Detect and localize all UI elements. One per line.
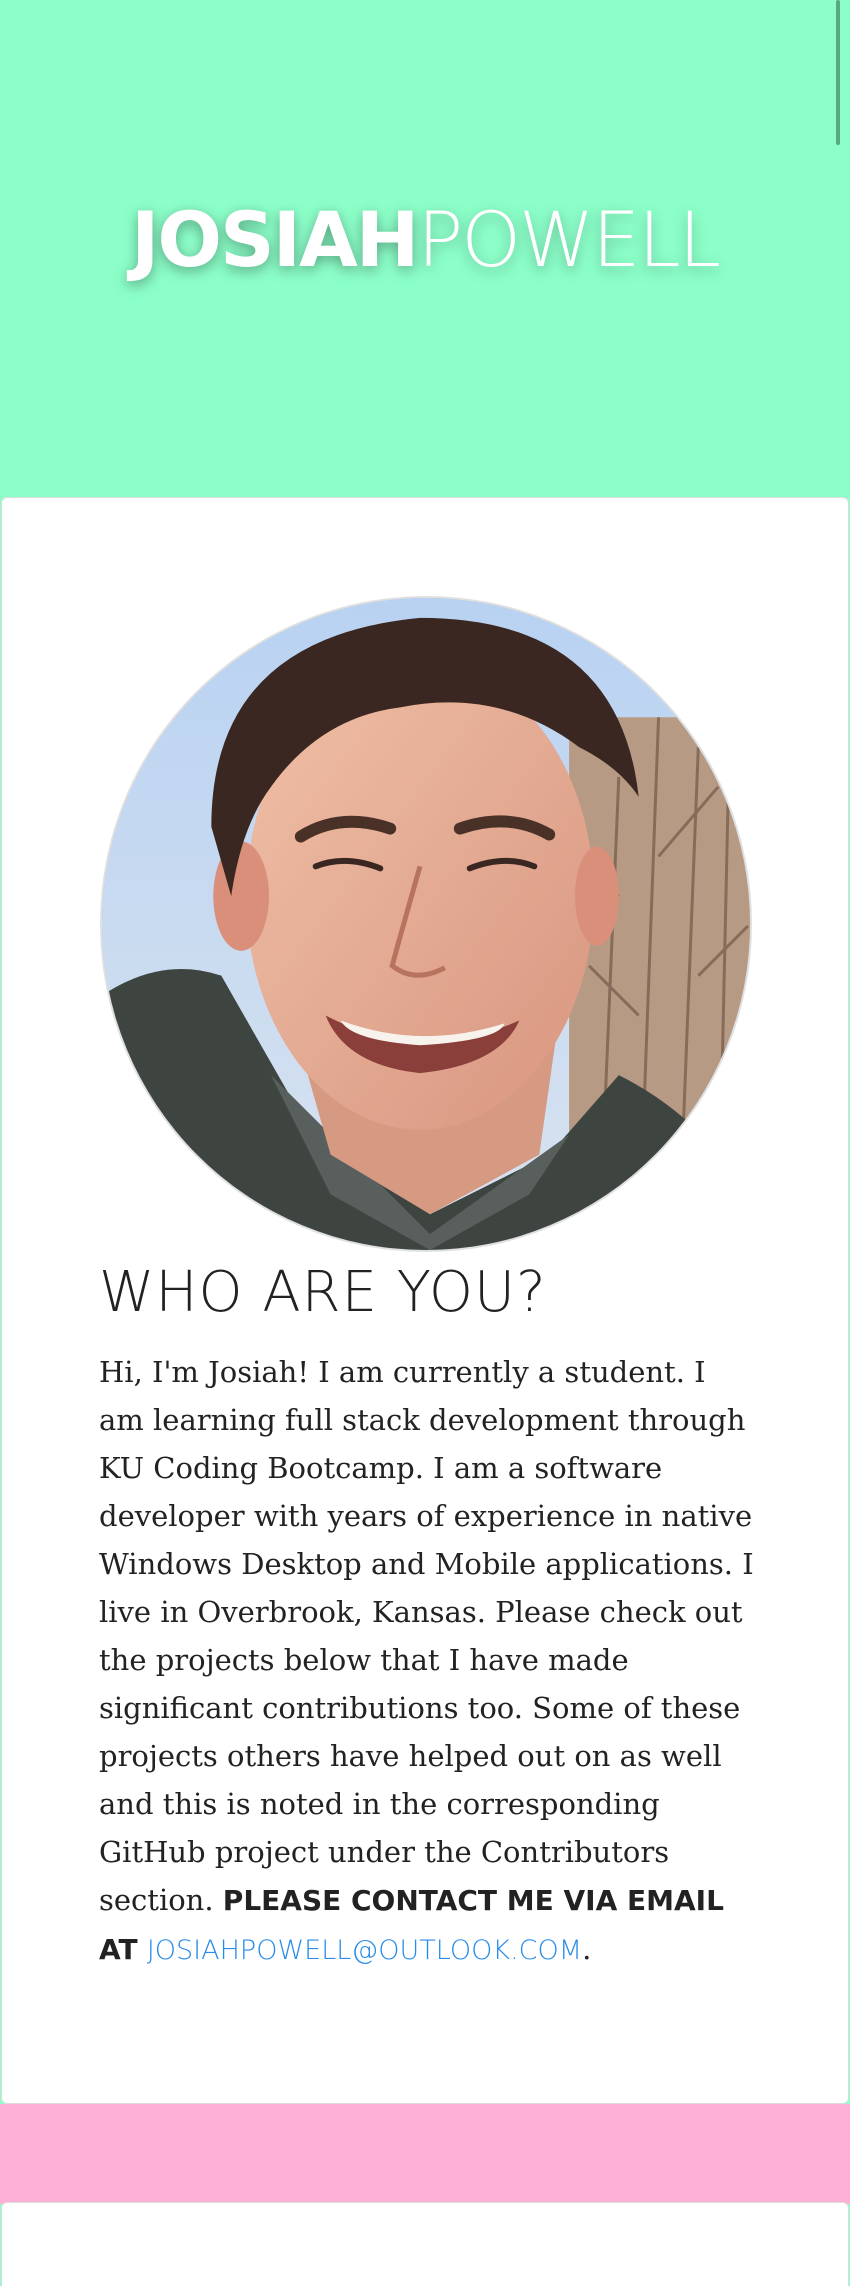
email-period: .: [582, 1932, 592, 1966]
about-heading: WHO ARE YOU?: [99, 1260, 547, 1325]
profile-photo: [100, 596, 752, 1252]
email-link[interactable]: JOSIAHPOWELL@OUTLOOK.COM: [147, 1935, 582, 1966]
accent-band: [0, 2104, 850, 2204]
about-card: WHO ARE YOU? Hi, I'm Josiah! I am curren…: [1, 497, 849, 2104]
profile-photo-illustration: [102, 598, 750, 1250]
projects-card: [1, 2202, 849, 2286]
title-first-name: JOSIAH: [131, 195, 419, 284]
bio-paragraph: Hi, I'm Josiah! I am currently a student…: [99, 1348, 759, 1975]
scrollbar-thumb[interactable]: [836, 0, 840, 145]
hero-header: JOSIAHPOWELL: [0, 0, 850, 497]
title-last-name: POWELL: [417, 195, 720, 284]
site-title: JOSIAHPOWELL: [0, 190, 850, 290]
bio-text: Hi, I'm Josiah! I am currently a student…: [99, 1355, 754, 1917]
